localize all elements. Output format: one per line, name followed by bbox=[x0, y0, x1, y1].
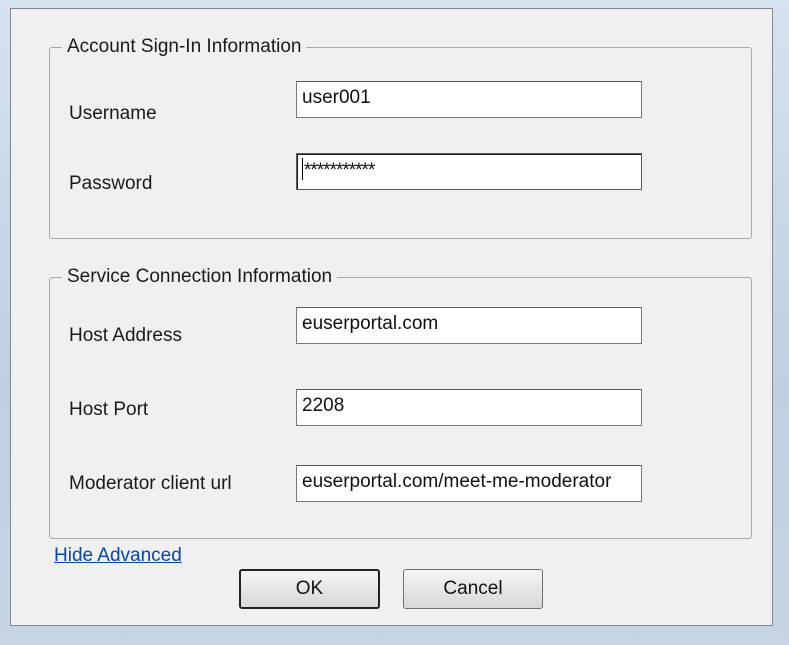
username-label: Username bbox=[69, 103, 157, 124]
account-sign-in-groupbox: Account Sign-In Information bbox=[49, 36, 752, 239]
host-address-label: Host Address bbox=[69, 325, 182, 346]
hide-advanced-link[interactable]: Hide Advanced bbox=[54, 545, 182, 567]
cancel-button[interactable]: Cancel bbox=[403, 569, 543, 609]
window-frame: Account Sign-In Information Username use… bbox=[0, 0, 789, 645]
ok-button[interactable]: OK bbox=[239, 569, 380, 609]
moderator-url-value: euserportal.com/meet-me-moderator bbox=[302, 471, 612, 492]
service-connection-title: Service Connection Information bbox=[62, 266, 338, 288]
password-value: *********** bbox=[304, 160, 375, 181]
moderator-url-label: Moderator client url bbox=[69, 473, 232, 494]
password-label: Password bbox=[69, 173, 153, 194]
account-sign-in-title: Account Sign-In Information bbox=[62, 36, 307, 58]
host-port-field[interactable]: 2208 bbox=[296, 389, 642, 426]
host-port-value: 2208 bbox=[302, 395, 345, 416]
host-address-field[interactable]: euserportal.com bbox=[296, 307, 642, 344]
moderator-url-field[interactable]: euserportal.com/meet-me-moderator bbox=[296, 465, 642, 502]
password-field[interactable]: *********** bbox=[296, 153, 642, 190]
sign-in-dialog: Account Sign-In Information Username use… bbox=[10, 8, 773, 626]
text-caret bbox=[302, 158, 303, 180]
username-field[interactable]: user001 bbox=[296, 81, 642, 118]
username-value: user001 bbox=[302, 87, 371, 108]
host-address-value: euserportal.com bbox=[302, 313, 439, 334]
host-port-label: Host Port bbox=[69, 399, 149, 420]
